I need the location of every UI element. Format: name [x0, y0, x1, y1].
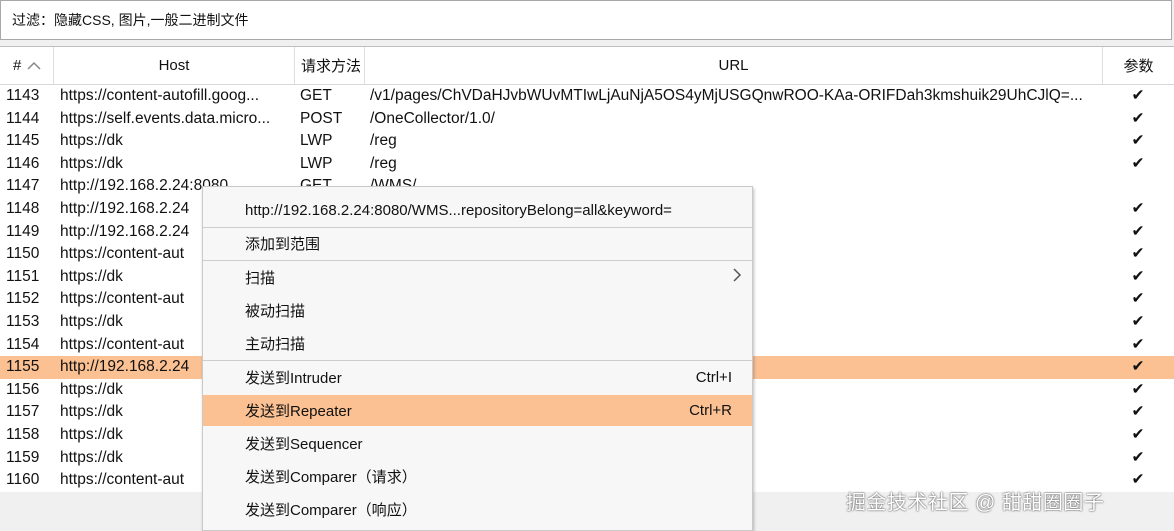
- table-row[interactable]: 1144 https://self.events.data.micro... POS…: [0, 108, 1174, 131]
- column-header-host[interactable]: Host: [54, 47, 295, 84]
- cell-number: 1160: [6, 471, 40, 489]
- column-method-label: 请求方法: [301, 58, 362, 75]
- cell-method: LWP: [300, 132, 333, 150]
- cell-number: 1159: [6, 448, 40, 466]
- menu-item-send-comparer-request[interactable]: 发送到Comparer（请求）: [203, 461, 752, 492]
- cell-number: 1143: [6, 87, 40, 104]
- cell-host: https://dk: [60, 154, 123, 172]
- cell-number: 1151: [6, 267, 40, 285]
- checkmark-icon: ✔: [1131, 245, 1145, 263]
- menu-item-passive-scan[interactable]: 被动扫描: [203, 295, 752, 326]
- table-header: # Host 请求方法 URL 参数: [0, 47, 1174, 85]
- cell-number: 1155: [6, 358, 40, 376]
- table-row[interactable]: 1145 https://dk LWP/reg ✔: [0, 130, 1174, 153]
- column-header-method[interactable]: 请求方法: [295, 47, 365, 84]
- menu-url-header-label: http://192.168.2.24:8080/WMS...repositor…: [245, 202, 672, 219]
- cell-number: 1157: [6, 403, 40, 421]
- menu-item-send-repeater[interactable]: 发送到Repeater Ctrl+R: [203, 395, 752, 426]
- checkmark-icon: ✔: [1131, 313, 1145, 330]
- cell-number: 1154: [6, 335, 40, 353]
- checkmark-icon: ✔: [1131, 132, 1145, 150]
- cell-method: GET: [300, 87, 332, 104]
- cell-number: 1148: [6, 200, 40, 217]
- menu-item-label: 被动扫描: [245, 303, 306, 320]
- cell-url: /reg: [370, 132, 397, 150]
- cell-url: /reg: [370, 154, 397, 172]
- cell-number: 1152: [6, 290, 40, 308]
- menu-separator: [203, 260, 752, 261]
- column-host-label: Host: [158, 57, 190, 74]
- checkmark-icon: [1128, 175, 1148, 198]
- checkmark-icon: ✔: [1131, 335, 1145, 353]
- menu-item-send-sequencer[interactable]: 发送到Sequencer: [203, 428, 752, 459]
- cell-method: LWP: [300, 154, 333, 172]
- checkmark-icon: ✔: [1131, 358, 1145, 376]
- filter-label: 过滤：隐藏CSS, 图片,一般二进制文件: [12, 12, 249, 28]
- cell-number: 1153: [6, 313, 40, 330]
- cell-number: 1145: [6, 132, 40, 150]
- checkmark-icon: ✔: [1131, 200, 1145, 217]
- menu-shortcut: Ctrl+I: [695, 369, 732, 386]
- filter-bar[interactable]: 过滤：隐藏CSS, 图片,一般二进制文件: [0, 0, 1172, 40]
- cell-number: 1150: [6, 245, 40, 263]
- column-header-url[interactable]: URL: [365, 47, 1103, 84]
- checkmark-icon: ✔: [1131, 380, 1145, 398]
- cell-url: /OneCollector/1.0/: [370, 109, 495, 127]
- cell-number: 1149: [6, 222, 40, 240]
- menu-item-label: 发送到Comparer（请求）: [245, 469, 417, 486]
- menu-separator: [203, 360, 752, 361]
- cell-number: 1156: [6, 380, 40, 398]
- menu-item-label: 发送到Sequencer: [245, 436, 363, 453]
- menu-item-add-to-scope[interactable]: 添加到范围: [203, 228, 752, 259]
- menu-item-label: 发送到Repeater: [245, 403, 352, 420]
- menu-item-label: 扫描: [245, 270, 276, 287]
- menu-item-label: 发送到Intruder: [245, 370, 342, 387]
- table-row[interactable]: 1143 https://content-autofill.goog... GET /…: [0, 85, 1174, 108]
- menu-shortcut: Ctrl+R: [689, 402, 732, 419]
- cell-number: 1144: [6, 109, 40, 127]
- cell-host: https://dk: [60, 132, 123, 150]
- cell-host: https://content-autofill.goog...: [60, 87, 260, 104]
- column-num-label: #: [13, 57, 22, 74]
- checkmark-icon: ✔: [1131, 426, 1145, 443]
- table-row[interactable]: 1146 https://dk LWP/reg ✔: [0, 153, 1174, 176]
- cell-number: 1158: [6, 426, 40, 443]
- checkmark-icon: ✔: [1131, 222, 1145, 240]
- chevron-up-icon: [27, 58, 41, 74]
- cell-method: POST: [300, 109, 343, 127]
- checkmark-icon: ✔: [1131, 87, 1145, 104]
- context-menu: http://192.168.2.24:8080/WMS...repositor…: [202, 186, 753, 531]
- checkmark-icon: ✔: [1131, 154, 1145, 172]
- column-params-label: 参数: [1123, 58, 1154, 75]
- column-header-num[interactable]: #: [0, 47, 54, 84]
- menu-item-scan[interactable]: 扫描: [203, 262, 752, 293]
- checkmark-icon: ✔: [1131, 267, 1145, 285]
- menu-item-send-comparer-response[interactable]: 发送到Comparer（响应）: [203, 494, 752, 525]
- menu-item-active-scan[interactable]: 主动扫描: [203, 328, 752, 359]
- watermark: 掘金技术社区 @ 甜甜圈圈子: [846, 492, 1105, 514]
- checkmark-icon: ✔: [1131, 109, 1145, 127]
- checkmark-icon: ✔: [1131, 448, 1145, 466]
- checkmark-icon: ✔: [1131, 471, 1145, 489]
- menu-item-label: 发送到Comparer（响应）: [245, 502, 417, 519]
- chevron-right-icon: [732, 268, 742, 287]
- menu-item-label: 添加到范围: [245, 236, 321, 253]
- menu-item-send-intruder[interactable]: 发送到Intruder Ctrl+I: [203, 362, 752, 393]
- menu-item-label: 主动扫描: [245, 336, 306, 353]
- column-url-label: URL: [718, 57, 749, 74]
- checkmark-icon: ✔: [1131, 290, 1145, 308]
- cell-number: 1147: [6, 177, 40, 195]
- cell-url: /v1/pages/ChVDaHJvbWUvMTIwLjAuNjA5OS4yMj…: [370, 87, 1083, 104]
- menu-url-header: http://192.168.2.24:8080/WMS...repositor…: [203, 195, 752, 226]
- cell-number: 1146: [6, 154, 40, 172]
- checkmark-icon: ✔: [1131, 403, 1145, 421]
- cell-host: https://self.events.data.micro...: [60, 109, 271, 127]
- column-header-params[interactable]: 参数: [1103, 47, 1174, 84]
